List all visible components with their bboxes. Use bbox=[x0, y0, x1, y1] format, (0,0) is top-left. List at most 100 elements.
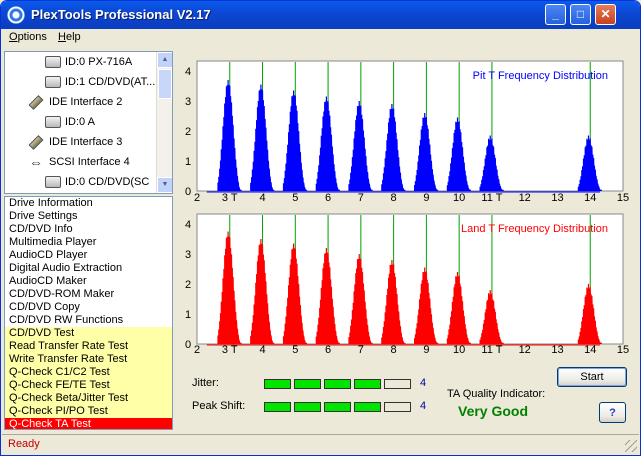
frequency-charts: 01234 Pit T Frequency Distribution2 3 T456… bbox=[185, 60, 629, 356]
peak-shift-label: Peak Shift: bbox=[192, 400, 246, 412]
x-tick-label: 4 bbox=[259, 192, 265, 204]
menu-help[interactable]: Help bbox=[58, 31, 81, 43]
x-tick-label: 5 bbox=[292, 192, 298, 204]
jitter-meter bbox=[264, 379, 414, 389]
function-item[interactable]: CD/DVD Info bbox=[5, 223, 172, 236]
function-item[interactable]: AudioCD Player bbox=[5, 249, 172, 262]
peak-shift-meter bbox=[264, 402, 414, 412]
drive-icon bbox=[45, 56, 61, 68]
jitter-value: 4 bbox=[420, 377, 427, 389]
jitter-segment bbox=[354, 379, 381, 389]
tree-item[interactable]: IDE Interface 3 bbox=[5, 134, 157, 150]
x-tick-label: 14 bbox=[584, 192, 596, 204]
status-text: Ready bbox=[8, 438, 40, 450]
x-tick-label: 9 bbox=[423, 344, 429, 356]
x-tick-label: 7 bbox=[358, 192, 364, 204]
tree-item[interactable]: ID:1 CD/DVD(AT... bbox=[5, 74, 157, 90]
function-item[interactable]: Q-Check TA Test bbox=[5, 418, 172, 429]
x-tick-label: 6 bbox=[325, 192, 331, 204]
y-tick-label: 1 bbox=[185, 156, 191, 168]
scroll-down-icon[interactable]: ▼ bbox=[157, 177, 172, 193]
drive-icon bbox=[45, 116, 61, 128]
tree-item[interactable]: ID:0 A bbox=[5, 114, 157, 130]
function-item[interactable]: Q-Check FE/TE Test bbox=[5, 379, 172, 392]
x-tick-label: 10 bbox=[453, 344, 465, 356]
x-tick-label: 8 bbox=[391, 192, 397, 204]
jitter-segment bbox=[264, 379, 291, 389]
function-item[interactable]: CD/DVD RW Functions bbox=[5, 314, 172, 327]
function-item[interactable]: Q-Check Beta/Jitter Test bbox=[5, 392, 172, 405]
y-tick-label: 4 bbox=[185, 66, 191, 78]
function-item[interactable]: Read Transfer Rate Test bbox=[5, 340, 172, 353]
peak-shift-value: 4 bbox=[420, 400, 427, 412]
tree-item-label: ID:0 PX-716A bbox=[65, 56, 133, 68]
plextools-app-icon bbox=[7, 6, 25, 24]
y-tick-label: 1 bbox=[185, 309, 191, 321]
function-item[interactable]: CD/DVD Test bbox=[5, 327, 172, 340]
peak-shift-segment bbox=[324, 402, 351, 412]
function-item[interactable]: Q-Check C1/C2 Test bbox=[5, 366, 172, 379]
function-item[interactable]: Write Transfer Rate Test bbox=[5, 353, 172, 366]
close-button[interactable]: ✕ bbox=[595, 4, 616, 25]
peak-shift-segment bbox=[384, 402, 411, 412]
x-tick-label: 13 bbox=[551, 344, 563, 356]
function-list[interactable]: Drive Information Drive Settings CD/DVD In… bbox=[4, 196, 173, 430]
drive-icon bbox=[45, 176, 61, 188]
ta-quality-value: Very Good bbox=[458, 403, 529, 419]
scsi-icon: ⇔ bbox=[29, 154, 43, 170]
x-tick-label: 3 T bbox=[222, 344, 238, 356]
y-tick-label: 0 bbox=[185, 186, 191, 198]
device-tree[interactable]: ID:0 PX-716A ID:1 CD/DVD(AT... IDE Interfa… bbox=[4, 51, 173, 194]
function-item[interactable]: Q-Check PI/PO Test bbox=[5, 405, 172, 418]
x-tick-label: 14 bbox=[584, 344, 596, 356]
ide-icon bbox=[28, 135, 44, 150]
scroll-up-icon[interactable]: ▲ bbox=[157, 52, 172, 68]
jitter-label: Jitter: bbox=[192, 377, 219, 389]
minimize-button[interactable]: _ bbox=[545, 4, 566, 25]
title-bar[interactable]: PlexTools Professional V2.17 _ □ ✕ bbox=[1, 1, 640, 29]
tree-scrollbar[interactable]: ▲ ▼ bbox=[156, 52, 172, 193]
tree-item-label: ID:0 A bbox=[65, 116, 95, 128]
start-button[interactable]: Start bbox=[557, 367, 627, 387]
results-panel: Jitter: 4 Peak Shift: 4 TA Quality Indic… bbox=[177, 367, 638, 430]
y-tick-label: 3 bbox=[185, 96, 191, 108]
function-item[interactable]: Drive Information bbox=[5, 197, 172, 210]
x-tick-label: 6 bbox=[325, 344, 331, 356]
function-item[interactable]: Multimedia Player bbox=[5, 236, 172, 249]
tree-item-label: SCSI Interface 4 bbox=[49, 156, 130, 168]
jitter-segment bbox=[294, 379, 321, 389]
x-tick-label: 9 bbox=[423, 192, 429, 204]
drive-icon bbox=[45, 76, 61, 88]
x-tick-label: 7 bbox=[358, 344, 364, 356]
maximize-button[interactable]: □ bbox=[570, 4, 591, 25]
tree-item[interactable]: ID:0 CD/DVD(SC bbox=[5, 174, 157, 190]
tree-item[interactable]: ⇔ SCSI Interface 4 bbox=[5, 154, 157, 170]
status-bar: Ready bbox=[2, 434, 639, 454]
chart-title: Pit T Frequency Distribution bbox=[473, 70, 608, 82]
help-button[interactable]: ? bbox=[599, 402, 626, 423]
function-item[interactable]: Drive Settings bbox=[5, 210, 172, 223]
y-tick-label: 2 bbox=[185, 279, 191, 291]
chart-panel: 0 1 2 3 4 Pit T Frequency Distribution 2 3 T456… bbox=[177, 51, 638, 366]
function-item[interactable]: AudioCD Maker bbox=[5, 275, 172, 288]
function-item[interactable]: Digital Audio Extraction bbox=[5, 262, 172, 275]
x-tick-label: 3 T bbox=[222, 192, 238, 204]
jitter-segment bbox=[324, 379, 351, 389]
x-tick-label: 5 bbox=[292, 344, 298, 356]
tree-item[interactable]: ID:0 PX-716A bbox=[5, 54, 157, 70]
x-tick-label: 12 bbox=[519, 344, 531, 356]
x-tick-label: 12 bbox=[519, 192, 531, 204]
app-window: PlexTools Professional V2.17 _ □ ✕ Optio… bbox=[0, 0, 641, 456]
function-item[interactable]: CD/DVD-ROM Maker bbox=[5, 288, 172, 301]
peak-shift-segment bbox=[264, 402, 291, 412]
menu-options[interactable]: Options bbox=[9, 31, 47, 43]
scroll-thumb[interactable] bbox=[158, 69, 172, 99]
y-tick-label: 3 bbox=[185, 249, 191, 261]
y-tick-label: 0 bbox=[185, 339, 191, 351]
ta-quality-label: TA Quality Indicator: bbox=[447, 388, 546, 400]
x-tick-label: 2 bbox=[194, 192, 200, 204]
tree-item[interactable]: IDE Interface 2 bbox=[5, 94, 157, 110]
function-item[interactable]: CD/DVD Copy bbox=[5, 301, 172, 314]
y-tick-label: 2 bbox=[185, 126, 191, 138]
resize-grip-icon[interactable] bbox=[625, 440, 637, 452]
